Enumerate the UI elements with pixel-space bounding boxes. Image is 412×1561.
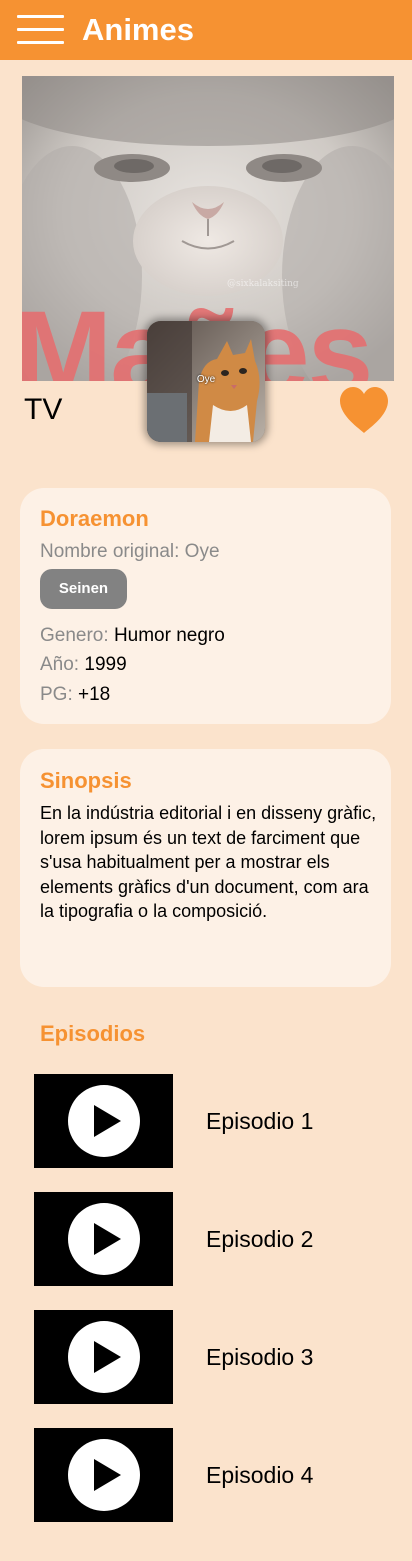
genre-label: Genero: bbox=[40, 625, 109, 646]
app-title: Animes bbox=[82, 12, 194, 47]
year-row: Año: 1999 bbox=[40, 653, 127, 677]
media-type-label: TV bbox=[24, 393, 63, 426]
episode-thumbnail[interactable] bbox=[34, 1074, 173, 1168]
episode-item[interactable]: Episodio 3 bbox=[34, 1310, 374, 1404]
episode-label[interactable]: Episodio 4 bbox=[206, 1462, 313, 1488]
episode-label[interactable]: Episodio 1 bbox=[206, 1108, 313, 1134]
genre-value: Humor negro bbox=[113, 625, 225, 646]
synopsis-text: En la indústria editorial i en disseny g… bbox=[40, 803, 377, 921]
episode-item[interactable]: Episodio 2 bbox=[34, 1192, 374, 1286]
episode-item[interactable]: Episodio 4 bbox=[34, 1428, 374, 1522]
original-name: Nombre original: Oye bbox=[40, 541, 220, 562]
genre-tag-button[interactable]: Seinen bbox=[40, 569, 127, 609]
info-card: Doraemon Nombre original: Oye Seinen Gen… bbox=[20, 488, 391, 724]
pg-label: PG: bbox=[40, 684, 73, 705]
episode-thumbnail[interactable] bbox=[34, 1428, 173, 1522]
synopsis-title: Sinopsis bbox=[40, 768, 132, 793]
episode-item[interactable]: Episodio 1 bbox=[34, 1074, 374, 1168]
synopsis-card: Sinopsis En la indústria editorial i en … bbox=[20, 749, 391, 987]
anime-title: Doraemon bbox=[40, 506, 149, 531]
episode-thumbnail[interactable] bbox=[34, 1310, 173, 1404]
episode-label[interactable]: Episodio 3 bbox=[206, 1344, 313, 1370]
episode-thumbnail[interactable] bbox=[34, 1192, 173, 1286]
play-icon[interactable] bbox=[67, 1084, 141, 1158]
play-icon[interactable] bbox=[67, 1202, 141, 1276]
pg-row: PG: +18 bbox=[40, 683, 110, 707]
genre-row: Genero: Humor negro bbox=[40, 624, 225, 648]
app-header: Animes bbox=[0, 0, 412, 60]
heart-icon[interactable] bbox=[338, 386, 390, 436]
thumbnail-caption: Oye bbox=[196, 374, 216, 385]
year-label: Año: bbox=[40, 654, 80, 675]
episodes-title: Episodios bbox=[40, 1021, 146, 1046]
anime-thumbnail: Oye bbox=[147, 321, 265, 442]
pg-value: +18 bbox=[78, 684, 111, 705]
play-icon[interactable] bbox=[67, 1438, 141, 1512]
play-icon[interactable] bbox=[67, 1320, 141, 1394]
hamburger-menu-icon[interactable] bbox=[17, 15, 64, 45]
episode-label[interactable]: Episodio 2 bbox=[206, 1226, 313, 1252]
year-value: 1999 bbox=[84, 654, 127, 675]
